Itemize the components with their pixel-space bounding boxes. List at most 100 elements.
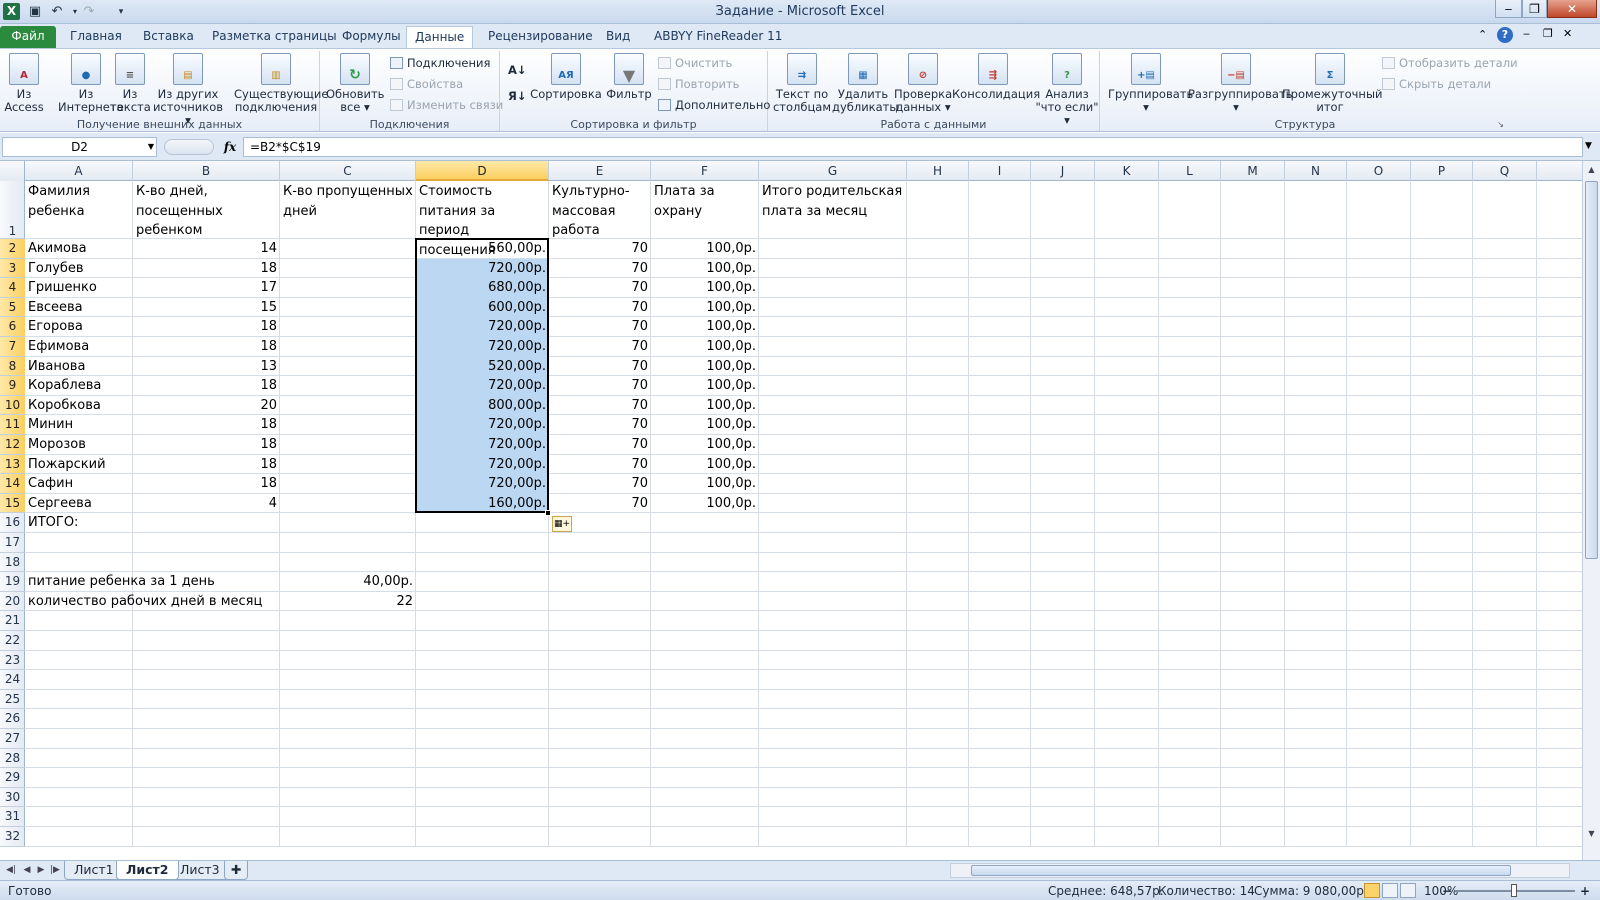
properties-button[interactable]: Свойства [390, 75, 463, 93]
fill-handle[interactable] [545, 510, 551, 517]
cell-days[interactable]: 18 [133, 317, 280, 337]
worksheet-grid[interactable]: ABCDEFGHIJKLMNOPQ 1 2 3 4 5 6 7 8 9 10 11 12 13 14 15 1… [0, 161, 1582, 860]
normal-view-icon[interactable] [1364, 883, 1380, 898]
text-to-columns-button[interactable]: ⇉ Текст по столбцам [772, 53, 832, 114]
connections-button[interactable]: Подключения [390, 54, 490, 72]
from-web-button[interactable]: ● Из Интернета [58, 53, 124, 114]
cell-name[interactable]: Акимова [25, 239, 133, 259]
subtotal-button[interactable]: Σ Промежуточный итог [1282, 53, 1383, 114]
header-cell-b1[interactable]: К-во дней, посещенных ребенком [133, 181, 280, 239]
row-header-27[interactable]: 27 [0, 729, 25, 749]
row-header-25[interactable]: 25 [0, 690, 25, 710]
minimize-ribbon-icon[interactable]: ⌃ [1478, 28, 1487, 41]
cell-name[interactable]: Сергеева [25, 494, 133, 514]
cell-cultural[interactable]: 70 [549, 278, 651, 298]
column-header-g[interactable]: G [759, 161, 907, 181]
row-header-5[interactable]: 5 [0, 297, 25, 318]
cell-cultural[interactable]: 70 [549, 415, 651, 435]
sheet-tab-1[interactable]: Лист1 [64, 861, 124, 880]
cell-security[interactable]: 100,0р. [651, 357, 759, 377]
scroll-down-icon[interactable]: ▼ [1585, 827, 1598, 841]
cell-days[interactable]: 18 [133, 435, 280, 455]
consolidate-button[interactable]: ⇶ Консолидация [952, 53, 1040, 101]
workbook-restore-icon[interactable]: ❐ [1543, 27, 1553, 40]
row-header-12[interactable]: 12 [0, 435, 25, 455]
cell-days[interactable]: 18 [133, 474, 280, 494]
cell-cultural[interactable]: 70 [549, 494, 651, 514]
row-header-2[interactable]: 2 [0, 239, 25, 259]
row-header-29[interactable]: 29 [0, 768, 25, 788]
horizontal-scroll-thumb[interactable] [971, 865, 1511, 876]
row-header-16[interactable]: 16 [0, 513, 25, 533]
tab-review[interactable]: Рецензирование [480, 26, 601, 48]
what-if-button[interactable]: ? Анализ "что если" ▾ [1034, 53, 1100, 127]
row-header-10[interactable]: 10 [0, 395, 25, 416]
row-header-4[interactable]: 4 [0, 278, 25, 298]
tab-file[interactable]: Файл [0, 26, 56, 48]
cell-name[interactable]: Голубев [25, 259, 133, 279]
cell-cultural[interactable]: 70 [549, 239, 651, 259]
remove-duplicates-button[interactable]: ▦ Удалить дубликаты [832, 53, 898, 114]
column-header-h[interactable]: H [907, 161, 969, 181]
select-all-corner[interactable] [0, 161, 25, 181]
cell-security[interactable]: 100,0р. [651, 337, 759, 357]
row-header-22[interactable]: 22 [0, 631, 25, 651]
advanced-filter-button[interactable]: Дополнительно [658, 96, 770, 114]
prev-sheet-icon[interactable]: ◀ [20, 863, 34, 878]
tab-formulas[interactable]: Формулы [334, 26, 409, 48]
header-cell-c1[interactable]: К-во пропущенных дней [280, 181, 416, 239]
hide-detail-button[interactable]: Скрыть детали [1382, 75, 1491, 93]
cell-name[interactable]: Иванова [25, 357, 133, 377]
cell-security[interactable]: 100,0р. [651, 494, 759, 514]
tab-view[interactable]: Вид [598, 26, 638, 48]
sort-za-icon[interactable]: Я↓ [508, 87, 527, 105]
page-layout-view-icon[interactable] [1382, 883, 1398, 898]
row-header-1[interactable]: 1 [0, 181, 25, 239]
column-header-f[interactable]: F [651, 161, 759, 181]
refresh-all-button[interactable]: ↻ Обновить все ▾ [326, 53, 384, 114]
cell-security[interactable]: 100,0р. [651, 278, 759, 298]
row-header-21[interactable]: 21 [0, 611, 25, 631]
cell-cultural[interactable]: 70 [549, 298, 651, 318]
cell-name[interactable]: Евсеева [25, 298, 133, 318]
cell-area[interactable]: Фамилия ребенка К-во дней, посещенных ре… [25, 181, 1582, 860]
insert-function-icon[interactable]: fx [220, 137, 240, 157]
row-header-19[interactable]: 19 [0, 572, 25, 592]
daily-meal-value-cell[interactable]: 40,00р. [280, 572, 416, 592]
next-sheet-icon[interactable]: ▶ [34, 863, 48, 878]
zoom-slider-knob[interactable] [1511, 884, 1517, 897]
close-button[interactable]: ✕ [1547, 0, 1597, 18]
cell-days[interactable]: 4 [133, 494, 280, 514]
row-header-31[interactable]: 31 [0, 807, 25, 827]
column-header-m[interactable]: M [1221, 161, 1285, 181]
cell-security[interactable]: 100,0р. [651, 239, 759, 259]
first-sheet-icon[interactable]: ◀| [4, 863, 18, 878]
minimize-button[interactable]: ‒ [1495, 0, 1522, 18]
header-cell-g1[interactable]: Итого родительская плата за месяц [759, 181, 907, 239]
tab-home[interactable]: Главная [62, 26, 130, 48]
cell-days[interactable]: 20 [133, 396, 280, 416]
cell-name[interactable]: Кораблева [25, 376, 133, 396]
cell-security[interactable]: 100,0р. [651, 298, 759, 318]
from-text-button[interactable]: ≡ Из текста [110, 53, 151, 114]
help-icon[interactable]: ? [1497, 27, 1513, 43]
sheet-tab-2[interactable]: Лист2 [116, 861, 179, 880]
column-header-d[interactable]: D [416, 161, 549, 181]
cell-cultural[interactable]: 70 [549, 455, 651, 475]
cell-name[interactable]: Гришенко [25, 278, 133, 298]
ungroup-button[interactable]: −▤ Разгруппировать ▾ [1188, 53, 1292, 114]
column-header-p[interactable]: P [1411, 161, 1473, 181]
tab-insert[interactable]: Вставка [135, 26, 202, 48]
cell-security[interactable]: 100,0р. [651, 259, 759, 279]
row-header-6[interactable]: 6 [0, 317, 25, 337]
cell-cultural[interactable]: 70 [549, 317, 651, 337]
row-header-9[interactable]: 9 [0, 376, 25, 396]
row-header-7[interactable]: 7 [0, 337, 25, 357]
column-header-a[interactable]: A [25, 161, 133, 181]
row-header-17[interactable]: 17 [0, 533, 25, 553]
sort-button[interactable]: АЯ Сортировка [528, 53, 604, 101]
cell-cultural[interactable]: 70 [549, 337, 651, 357]
workdays-value-cell[interactable]: 22 [280, 592, 416, 612]
edit-links-button[interactable]: Изменить связи [390, 96, 503, 114]
cell-security[interactable]: 100,0р. [651, 317, 759, 337]
